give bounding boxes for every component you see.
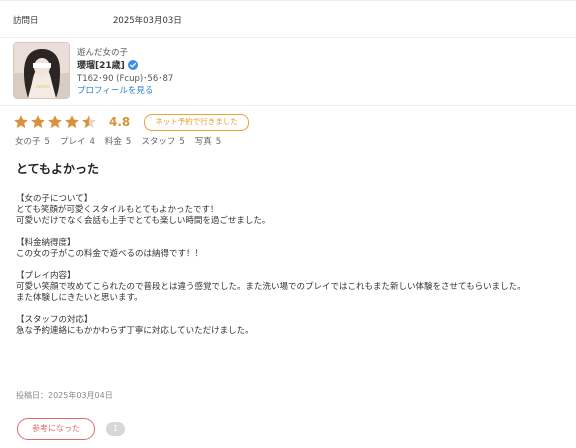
rating-score: 4.8 — [109, 115, 131, 129]
review-line: 【プレイ内容】 — [16, 271, 76, 281]
review-line: 【スタッフの対応】 — [16, 315, 93, 325]
visit-date: 2025年03月03日 — [113, 16, 182, 26]
review-line: この女の子がこの料金で遊べるのは納得です！！ — [16, 249, 204, 259]
posted-date: 投稿日：2025年03月04日 — [16, 391, 113, 400]
review-line: 可愛い笑顔で攻めてこられたので普段とは違う感覚でした。また洗い場でのプレイではこ… — [16, 282, 526, 292]
review-line: 急な予約連絡にもかかわらず丁寧に対応していただけました。 — [16, 326, 254, 336]
verified-check-icon — [127, 59, 138, 70]
helpful-button[interactable]: 参考になった — [17, 418, 95, 440]
avatar[interactable] — [13, 42, 70, 99]
review-line: また体験しにきたいと思います。 — [16, 293, 143, 303]
sub-score-list: 女の子 5 プレイ 4 料金 5 スタッフ 5 写真 5 — [15, 135, 221, 147]
half-star-icon — [82, 115, 96, 129]
review-card: 訪問日 2025年03月03日 遊んだ女の子 瓔瑠[21歳] T162･90 (… — [0, 0, 576, 448]
sub-score-girl: 女の子 5 — [15, 137, 50, 147]
star-icon — [65, 115, 79, 129]
review-line-gap — [16, 260, 572, 271]
profile-caption: 遊んだ女の子 — [77, 48, 129, 58]
sub-score-staff: スタッフ 5 — [141, 137, 185, 147]
review-line: 【女の子について】 — [16, 194, 93, 204]
review-line-gap — [16, 227, 572, 238]
star-icon — [14, 115, 28, 129]
review-line-gap — [16, 304, 572, 315]
visit-label: 訪問日 — [13, 16, 39, 26]
visit-row: 訪問日 2025年03月03日 — [0, 0, 576, 38]
star-rating — [13, 114, 97, 130]
profile-link[interactable]: プロフィールを見る — [77, 84, 153, 96]
profile-name-row: 瓔瑠[21歳] — [77, 58, 138, 71]
review-line: 可愛いだけでなく会話も上手でとても楽しい時間を過ごせました。 — [16, 216, 271, 226]
star-icon — [31, 115, 45, 129]
avatar-photo-icon — [14, 43, 69, 98]
review-line: とても笑顔が可愛くスタイルもとてもよかったです！ — [16, 205, 219, 215]
rating-row: 4.8 ネット予約で行きました — [13, 111, 249, 133]
net-reservation-badge: ネット予約で行きました — [144, 113, 249, 131]
sub-score-play: プレイ 4 — [59, 137, 95, 147]
profile-spec: T162･90 (Fcup)･56･87 — [77, 74, 174, 84]
review-title: とてもよかった — [16, 162, 100, 176]
sub-score-price: 料金 5 — [104, 137, 132, 147]
profile-section: 遊んだ女の子 瓔瑠[21歳] T162･90 (Fcup)･56･87 プロフィ… — [0, 38, 576, 106]
star-icon — [48, 115, 62, 129]
helpful-count-badge: 1 — [106, 422, 125, 436]
review-body: 【女の子について】 とても笑顔が可愛くスタイルもとてもよかったです！ 可愛いだけ… — [16, 194, 572, 337]
review-line: 【料金納得度】 — [16, 238, 76, 248]
profile-name: 瓔瑠[21歳] — [77, 61, 125, 71]
sub-score-photo: 写真 5 — [194, 137, 222, 147]
